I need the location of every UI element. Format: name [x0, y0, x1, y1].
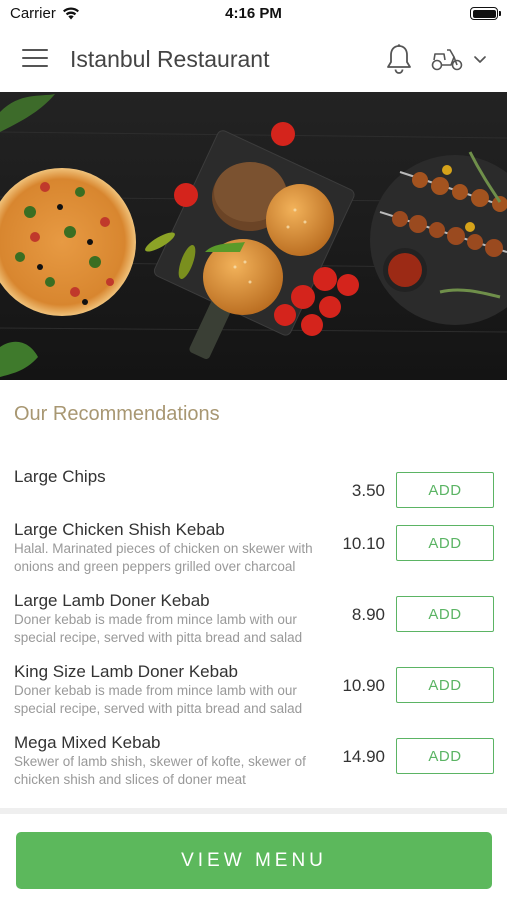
- item-price: 14.90: [342, 747, 385, 766]
- bell-icon[interactable]: [384, 43, 414, 75]
- add-button[interactable]: ADD: [396, 667, 494, 703]
- hero-banner-image: [0, 92, 507, 380]
- restaurant-title: Istanbul Restaurant: [70, 46, 270, 72]
- section-divider: [0, 808, 507, 814]
- add-button[interactable]: ADD: [396, 596, 494, 632]
- app-header: Istanbul Restaurant: [0, 28, 507, 92]
- recommendations-heading: Our Recommendations: [14, 403, 220, 425]
- menu-item: Large Chicken Shish Kebab Halal. Marinat…: [0, 520, 507, 584]
- food-banner-illustration: [0, 92, 507, 380]
- item-price: 3.50: [351, 481, 385, 500]
- item-price: 10.90: [342, 676, 385, 695]
- menu-item: Large Lamb Doner Kebab Doner kebab is ma…: [0, 591, 507, 655]
- add-button[interactable]: ADD: [396, 525, 494, 561]
- item-name: King Size Lamb Doner Kebab: [14, 662, 238, 681]
- item-name: Large Chicken Shish Kebab: [14, 520, 225, 539]
- item-name: Large Lamb Doner Kebab: [14, 591, 210, 610]
- battery-icon: [470, 7, 501, 20]
- item-description: Skewer of lamb shish, skewer of kofte, s…: [14, 754, 306, 787]
- item-name: Mega Mixed Kebab: [14, 733, 161, 752]
- status-bar: Carrier 4:16 PM: [0, 0, 507, 28]
- clock: 4:16 PM: [225, 5, 282, 22]
- menu-item: King Size Lamb Doner Kebab Doner kebab i…: [0, 662, 507, 726]
- item-price: 8.90: [351, 605, 385, 624]
- menu-item: Mega Mixed Kebab Skewer of lamb shish, s…: [0, 733, 507, 797]
- add-button[interactable]: ADD: [396, 472, 494, 508]
- item-price: 10.10: [342, 534, 385, 553]
- item-description: Halal. Marinated pieces of chicken on sk…: [14, 541, 313, 574]
- item-name: Large Chips: [14, 467, 106, 486]
- add-button[interactable]: ADD: [396, 738, 494, 774]
- item-description: Doner kebab is made from mince lamb with…: [14, 683, 303, 716]
- chevron-down-icon[interactable]: [472, 53, 488, 65]
- item-description: Doner kebab is made from mince lamb with…: [14, 612, 303, 645]
- view-menu-button[interactable]: VIEW MENU: [16, 832, 492, 889]
- delivery-scooter-icon[interactable]: [430, 46, 464, 72]
- hamburger-menu-icon[interactable]: [22, 49, 48, 71]
